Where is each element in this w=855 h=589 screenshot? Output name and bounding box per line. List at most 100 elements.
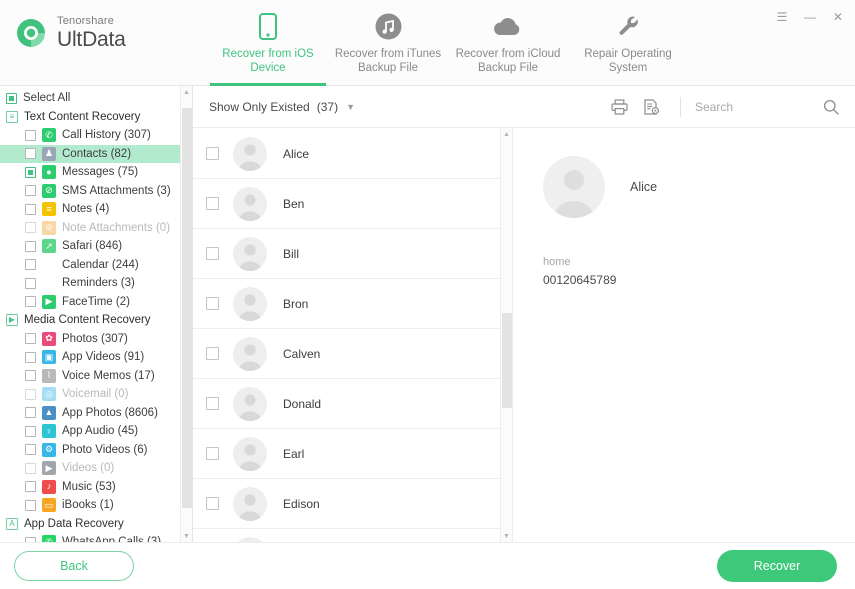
scroll-up-icon[interactable]: ▲ [501,128,512,140]
sidebar-item-calendar-244[interactable]: 9Calendar (244) [0,256,180,275]
sidebar-item-sms-attachments-3[interactable]: ⊘SMS Attachments (3) [0,182,180,201]
sidebar-item-ibooks-1[interactable]: ▭iBooks (1) [0,496,180,515]
list-item[interactable]: Ben [193,179,500,229]
scroll-down-icon[interactable]: ▼ [181,530,192,542]
checkbox-icon[interactable] [25,130,36,141]
sidebar-scrollbar[interactable]: ▲ ▼ [180,86,192,542]
checkbox-icon[interactable] [25,204,36,215]
sidebar-item-app-photos-8606[interactable]: ▲App Photos (8606) [0,404,180,423]
list-item[interactable]: Bron [193,279,500,329]
sidebar-item-messages-75[interactable]: ●Messages (75) [0,163,180,182]
brand: Tenorshare UltData [0,0,200,50]
checkbox-icon[interactable] [206,397,219,410]
recover-button[interactable]: Recover [717,550,837,582]
checkbox-icon[interactable] [206,297,219,310]
tab-recover-from-ios-device[interactable]: Recover from iOS Device [208,0,328,86]
sidebar-group-1[interactable]: ▶Media Content Recovery [0,311,180,330]
checkbox-icon[interactable] [25,500,36,511]
list-item[interactable]: Earl [193,429,500,479]
sidebar-item-videos-0[interactable]: ▶Videos (0) [0,459,180,478]
minimize-button[interactable]: — [803,10,817,24]
checkbox-icon[interactable] [25,407,36,418]
sidebar-group-2[interactable]: AApp Data Recovery [0,515,180,534]
contacts-scroll-thumb[interactable] [502,313,512,408]
checkbox-icon[interactable] [25,148,36,159]
sidebar-item-reminders-3[interactable]: ☰Reminders (3) [0,274,180,293]
checkbox-icon[interactable] [206,447,219,460]
sidebar-item-label: Photo Videos (6) [62,444,147,456]
list-item[interactable]: Home [193,529,500,542]
scroll-down-icon[interactable]: ▼ [501,530,512,542]
ultdata-logo-icon [14,16,48,50]
list-item[interactable]: Edison [193,479,500,529]
checkbox-icon[interactable] [25,167,36,178]
sidebar-item-app-videos-91[interactable]: ▣App Videos (91) [0,348,180,367]
search-icon[interactable] [821,97,841,117]
list-item[interactable]: Bill [193,229,500,279]
sidebar-select-all[interactable]: Select All [0,89,180,108]
checkbox-icon[interactable] [6,93,17,104]
checkbox-icon[interactable] [206,147,219,160]
sidebar-item-photo-videos-6[interactable]: ⚙Photo Videos (6) [0,441,180,460]
checkbox-icon[interactable] [25,444,36,455]
menu-button[interactable]: ☰ [775,10,789,24]
close-button[interactable]: ✕ [831,10,845,24]
checkbox-icon[interactable] [25,296,36,307]
sidebar-item-app-audio-45[interactable]: ♀App Audio (45) [0,422,180,441]
checkbox-icon[interactable] [25,222,36,233]
printer-icon[interactable] [608,96,630,118]
export-settings-icon[interactable] [640,96,662,118]
checkbox-icon[interactable] [25,333,36,344]
checkbox-icon[interactable] [25,241,36,252]
sidebar-item-voicemail-0[interactable]: ◎Voicemail (0) [0,385,180,404]
sidebar-group-0[interactable]: ≡Text Content Recovery [0,108,180,127]
checkbox-icon[interactable] [206,347,219,360]
sidebar-item-safari-846[interactable]: ↗Safari (846) [0,237,180,256]
toolbar-divider [680,97,681,117]
contacts-scrollbar[interactable]: ▲ ▼ [500,128,512,542]
checkbox-icon[interactable] [206,497,219,510]
checkbox-icon[interactable] [206,247,219,260]
sidebar-item-contacts-82[interactable]: ♟Contacts (82) [0,145,180,164]
checkbox-icon[interactable] [25,278,36,289]
checkbox-icon[interactable] [25,185,36,196]
list-item[interactable]: Alice [193,129,500,179]
checkbox-icon[interactable] [25,259,36,270]
sidebar-scroll-thumb[interactable] [182,108,192,508]
sidebar-item-note-attachments-0[interactable]: ⊘Note Attachments (0) [0,219,180,238]
list-item[interactable]: Calven [193,329,500,379]
list-item[interactable]: Donald [193,379,500,429]
sidebar-item-notes-4[interactable]: ≡Notes (4) [0,200,180,219]
tab-recover-from-itunes-backup-file[interactable]: Recover from iTunes Backup File [328,0,448,86]
checkbox-icon[interactable] [25,370,36,381]
sidebar-select-all-label: Select All [23,92,70,104]
tab-recover-from-icloud-backup-file[interactable]: Recover from iCloud Backup File [448,0,568,86]
back-button[interactable]: Back [14,551,134,581]
checkbox-icon[interactable] [206,197,219,210]
show-only-existed-filter[interactable]: Show Only Existed (37) ▼ [209,100,355,114]
sidebar-item-call-history-307[interactable]: ✆Call History (307) [0,126,180,145]
checkbox-icon[interactable] [25,463,36,474]
sidebar-item-voice-memos-17[interactable]: ⌇Voice Memos (17) [0,367,180,386]
checkbox-icon[interactable] [25,389,36,400]
sidebar-item-photos-307[interactable]: ✿Photos (307) [0,330,180,349]
sidebar-item-music-53[interactable]: ♪Music (53) [0,478,180,497]
app-header: Tenorshare UltData Recover from iOS Devi… [0,0,855,86]
tab-repair-operating-system[interactable]: Repair Operating System [568,0,688,86]
checkbox-icon[interactable] [25,537,36,542]
sidebar-item-label: SMS Attachments (3) [62,185,171,197]
sidebar-item-label: Voice Memos (17) [62,370,155,382]
checkbox-icon[interactable] [25,481,36,492]
sidebar-item-whatsapp-calls-3[interactable]: ✆WhatsApp Calls (3) [0,533,180,542]
checkbox-icon[interactable] [25,352,36,363]
voicemail-icon: ◎ [42,387,56,401]
sidebar-item-label: Notes (4) [62,203,109,215]
checkbox-icon[interactable] [25,426,36,437]
search-field[interactable] [695,100,815,114]
phone-icon [259,11,277,41]
scroll-up-icon[interactable]: ▲ [181,86,192,98]
sidebar-item-facetime-2[interactable]: ▶FaceTime (2) [0,293,180,312]
search-input[interactable] [695,100,815,114]
list-group-icon: ≡ [6,111,18,123]
chevron-down-icon[interactable]: ▼ [346,102,355,112]
